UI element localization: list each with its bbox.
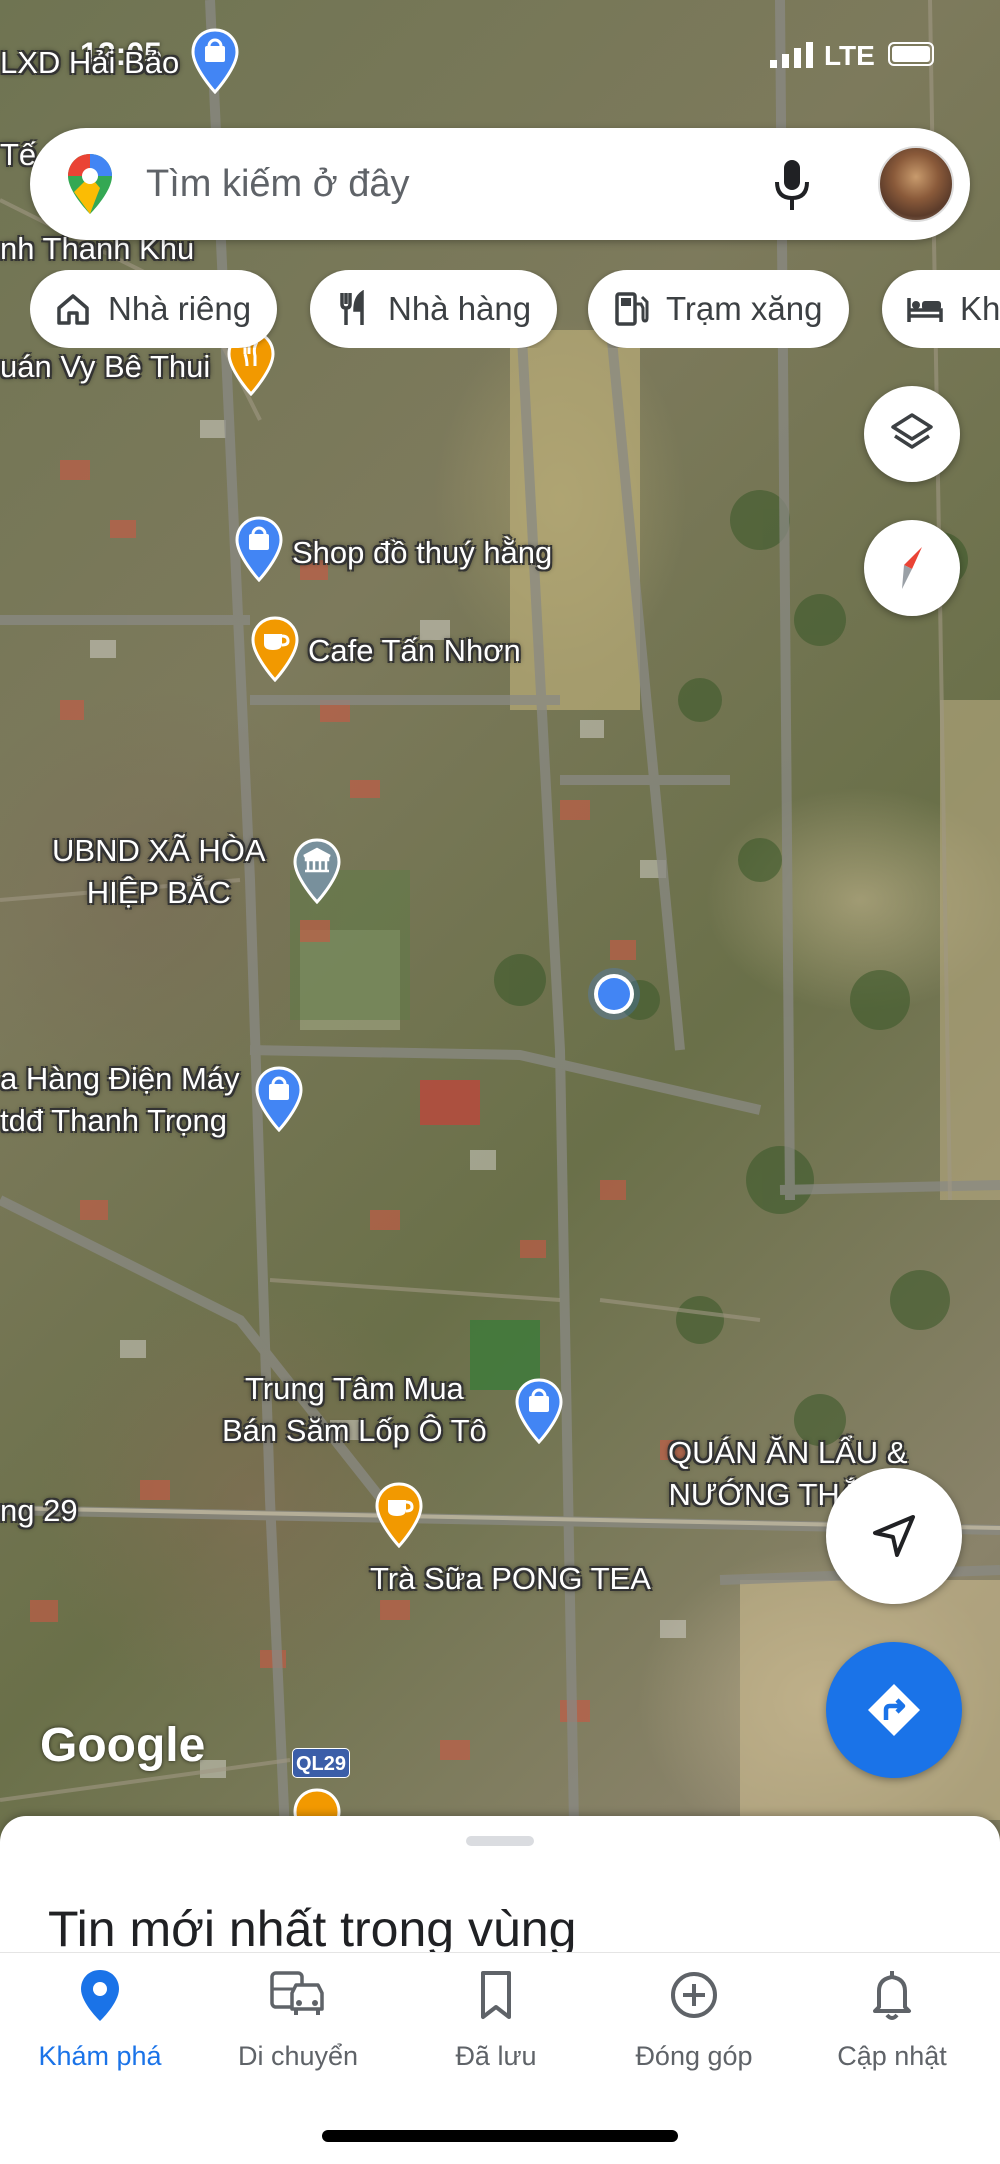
place-label-cafe-tan-nhon[interactable]: Cafe Tấn Nhơn (308, 630, 521, 672)
route-shield-ql29: QL29 (292, 1748, 350, 1778)
place-label-shop-do-thuy-hang[interactable]: Shop đồ thuý hằng (292, 532, 552, 574)
microphone-icon[interactable] (772, 158, 812, 212)
chip-restaurants[interactable]: Nhà hàng (310, 270, 558, 348)
nav-label: Di chuyển (237, 2041, 359, 2071)
search-input[interactable] (146, 156, 766, 212)
place-label-tra-sua-pong-tea[interactable]: Trà Sữa PONG TEA (370, 1558, 651, 1600)
google-attribution: Google (40, 1719, 206, 1772)
explore-pin-icon (81, 1970, 119, 2021)
chip-label: Trạm xăng (666, 290, 823, 327)
layers-button[interactable] (864, 386, 960, 482)
home-icon (57, 294, 89, 325)
chip-gas-stations[interactable]: Trạm xăng (588, 270, 849, 348)
cafe-pin-icon[interactable] (250, 616, 300, 682)
sheet-drag-handle[interactable] (466, 1836, 534, 1846)
road-label-29: ng 29 (0, 1493, 78, 1528)
sheet-title: Tin mới nhất trong vùng (48, 1901, 577, 1957)
layers-icon (891, 413, 933, 449)
bell-icon (873, 1971, 911, 2020)
directions-button[interactable] (826, 1642, 962, 1778)
chip-label: Nhà riêng (108, 290, 252, 327)
nav-label: Khám phá (38, 2041, 162, 2071)
my-location-button[interactable] (826, 1468, 962, 1604)
navigation-arrow-icon (873, 1515, 915, 1557)
gas-station-icon (615, 292, 649, 326)
directions-icon (868, 1684, 920, 1736)
place-label-sam-lop-o-to[interactable]: Trung Tâm Mua Bán Săm Lốp Ô Tô (222, 1368, 487, 1452)
nav-commute[interactable]: Di chuyển (198, 1967, 398, 2072)
place-label-dien-may-thanh-trong[interactable]: a Hàng Điện Máy tdđ Thanh Trọng (0, 1058, 240, 1142)
bookmark-icon (481, 1971, 511, 2019)
nav-label: Đã lưu (455, 2041, 537, 2071)
battery-icon (888, 42, 934, 66)
shopping-bag-pin-icon[interactable] (190, 28, 240, 94)
nav-explore[interactable]: Khám phá (0, 1967, 200, 2072)
chip-label: Khách sạn (960, 290, 1000, 327)
chip-home[interactable]: Nhà riêng (30, 270, 278, 348)
place-label-quan-vy-be-thui[interactable]: uán Vy Bê Thui (0, 346, 210, 388)
hotel-icon (907, 298, 943, 322)
home-indicator[interactable] (322, 2130, 678, 2142)
place-label-ubnd-hoa-hiep-bac[interactable]: UBND XÃ HÒA HIỆP BẮC (52, 830, 266, 914)
nav-label: Cập nhật (837, 2041, 947, 2071)
nav-saved[interactable]: Đã lưu (396, 1967, 596, 2072)
compass-button[interactable] (864, 520, 960, 616)
commute-icon (270, 1971, 324, 2015)
chip-label: Nhà hàng (388, 290, 532, 327)
search-bar[interactable] (30, 128, 970, 240)
place-label-lxd-hai-bao[interactable]: LXD Hải Bảo (0, 42, 179, 84)
cafe-pin-icon[interactable] (374, 1482, 424, 1548)
compass-icon (902, 547, 922, 589)
add-circle-icon (671, 1972, 717, 2018)
shopping-bag-pin-icon[interactable] (234, 516, 284, 582)
account-avatar[interactable] (878, 146, 954, 222)
restaurant-icon (340, 290, 364, 325)
government-pin-icon[interactable] (292, 838, 342, 904)
nav-updates[interactable]: Cập nhật (792, 1967, 992, 2072)
signal-strength-icon (770, 42, 813, 68)
nav-contribute[interactable]: Đóng góp (594, 1967, 794, 2072)
my-location-dot (588, 968, 640, 1020)
chip-hotels[interactable]: Khách sạn (882, 270, 1000, 348)
network-type: LTE (824, 40, 875, 71)
google-maps-logo-icon (68, 154, 112, 214)
category-chips: Nhà riêng Nhà hàng Trạm xăng Khách sạn (30, 270, 1000, 348)
shopping-bag-pin-icon[interactable] (514, 1378, 564, 1444)
shopping-bag-pin-icon[interactable] (254, 1066, 304, 1132)
nav-label: Đóng góp (635, 2041, 753, 2071)
